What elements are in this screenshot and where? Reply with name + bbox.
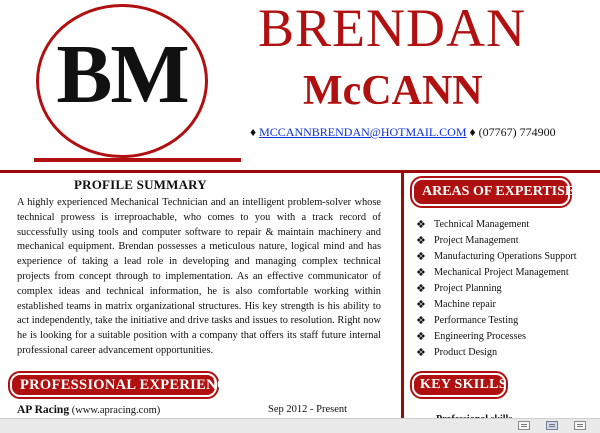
web-layout-icon[interactable] (574, 421, 586, 430)
diamond-bullet-icon: ❖ (416, 330, 426, 343)
job-website: (www.apracing.com) (71, 405, 161, 416)
diamond-bullet-icon: ❖ (416, 234, 426, 247)
job-entry: AP Racing (www.apracing.com) Sep 2012 - … (17, 404, 397, 416)
monogram-logo: BM (56, 28, 189, 121)
list-item: ❖ Engineering Processes (416, 330, 526, 343)
contact-line: ♦ MCCANNBRENDAN@HOTMAIL.COM ♦ (07767) 77… (250, 125, 556, 140)
diamond-icon: ♦ (250, 125, 257, 139)
job-company: AP Racing (17, 404, 70, 416)
professional-experience-heading: PROFESSIONAL EXPERIENCE (10, 373, 237, 397)
list-item: ❖ Technical Management (416, 218, 530, 231)
list-item: ❖ Manufacturing Operations Support (416, 250, 577, 263)
status-bar (0, 418, 600, 433)
profile-summary-text: A highly experienced Mechanical Technici… (17, 197, 381, 356)
list-item: ❖ Product Design (416, 346, 498, 359)
print-layout-icon[interactable] (546, 421, 558, 430)
expertise-list: ❖ Technical Management ❖ Project Managemen… (416, 216, 577, 360)
key-skills-heading: KEY SKILLS (412, 373, 507, 397)
email-link[interactable]: MCCANNBRENDAN@HOTMAIL.COM (259, 125, 466, 139)
list-item: ❖ Mechanical Project Management (416, 266, 569, 279)
resume-header: BM BRENDAN McCANN ♦ MCCANNBRENDAN@HOTMAI… (0, 0, 600, 170)
last-name: McCANN (303, 68, 483, 114)
list-item: ❖ Performance Testing (416, 314, 519, 327)
diamond-icon: ♦ (469, 125, 476, 139)
list-item: ❖ Machine repair (416, 298, 496, 311)
first-name: BRENDAN (258, 0, 527, 58)
job-dates: Sep 2012 - Present (268, 404, 348, 415)
areas-of-expertise-heading: AREAS OF EXPERTISE (412, 178, 574, 206)
profile-summary-heading: PROFILE SUMMARY (74, 177, 207, 192)
diamond-bullet-icon: ❖ (416, 298, 426, 311)
monogram-underline (34, 158, 241, 162)
read-mode-icon[interactable] (518, 421, 530, 430)
diamond-bullet-icon: ❖ (416, 346, 426, 359)
list-item: ❖ Project Planning (416, 282, 502, 295)
diamond-bullet-icon: ❖ (416, 218, 426, 231)
diamond-bullet-icon: ❖ (416, 266, 426, 279)
phone-number: (07767) 774900 (478, 125, 556, 139)
diamond-bullet-icon: ❖ (416, 250, 426, 263)
diamond-bullet-icon: ❖ (416, 314, 426, 327)
list-item: ❖ Project Management (416, 234, 519, 247)
diamond-bullet-icon: ❖ (416, 282, 426, 295)
